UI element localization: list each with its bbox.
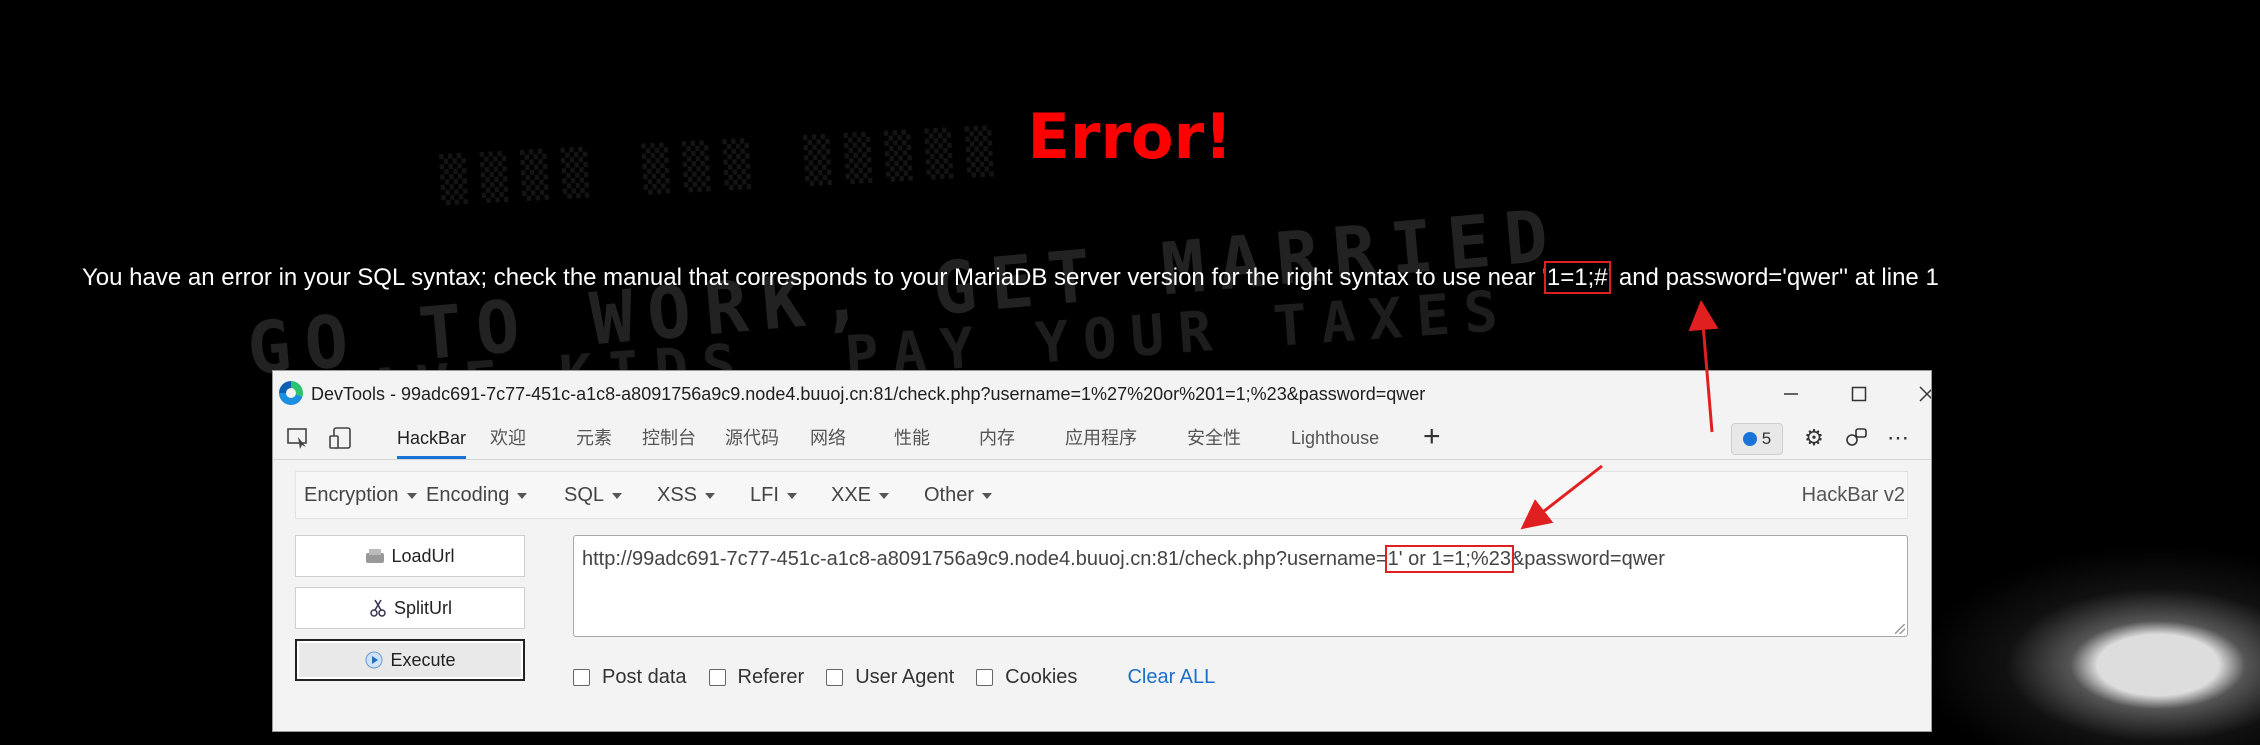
issues-icon [1742, 432, 1757, 446]
hackbar-options: Post data Referer User Agent Cookies Cle… [573, 663, 1215, 691]
error-highlight: 1=1;# [1543, 261, 1611, 294]
resize-handle-icon[interactable] [1895, 624, 1905, 634]
play-icon [364, 650, 384, 670]
post-data-checkbox[interactable] [573, 668, 590, 686]
devtools-window: DevTools - 99adc691-7c77-451c-a1c8-a8091… [272, 370, 1932, 732]
menu-encryption[interactable]: Encryption [304, 472, 417, 518]
user-agent-label: User Agent [855, 665, 955, 688]
background-image [1920, 545, 2260, 745]
cookies-option[interactable]: Cookies [976, 666, 1077, 689]
inspect-element-icon[interactable] [285, 425, 311, 451]
error-message: You have an error in your SQL syntax; ch… [82, 261, 1939, 294]
referer-label: Referer [737, 665, 805, 688]
tab-network[interactable]: 网络 [810, 417, 846, 459]
referer-option[interactable]: Referer [708, 665, 805, 689]
minimize-button[interactable] [1757, 371, 1825, 417]
menu-label: Other [924, 484, 975, 506]
chevron-down-icon [879, 492, 890, 499]
menu-xss[interactable]: XSS [657, 472, 716, 518]
clear-all-link[interactable]: Clear ALL [1127, 666, 1215, 689]
chevron-down-icon [612, 492, 623, 499]
chevron-down-icon [786, 492, 797, 499]
menu-label: Encoding [426, 484, 510, 506]
url-suffix: &password=qwer [1510, 548, 1665, 570]
url-prefix: http://99adc691-7c77-451c-a1c8-a8091756a… [582, 548, 1388, 570]
window-title: DevTools - 99adc691-7c77-451c-a1c8-a8091… [311, 384, 1426, 404]
tab-sources[interactable]: 源代码 [725, 417, 779, 459]
tab-application[interactable]: 应用程序 [1065, 417, 1137, 459]
device-emulation-icon[interactable] [327, 425, 353, 451]
error-message-suffix: ' and password='qwer'' at line 1 [1607, 264, 1939, 291]
hackbar-brand: HackBar v2 [1801, 484, 1905, 506]
issues-count: 5 [1761, 429, 1772, 448]
referer-checkbox[interactable] [708, 668, 726, 686]
cookies-checkbox[interactable] [976, 668, 994, 686]
close-icon [1919, 386, 1931, 402]
chevron-down-icon [705, 492, 716, 499]
spliturl-label: SplitUrl [393, 597, 452, 618]
menu-label: Encryption [304, 484, 399, 506]
menu-lfi[interactable]: LFI [750, 472, 797, 518]
load-url-icon [365, 546, 385, 566]
close-button[interactable] [1893, 371, 1931, 417]
customize-icon[interactable] [1843, 425, 1869, 451]
url-payload-highlight: 1' or 1=1;%23 [1384, 545, 1514, 573]
menu-label: LFI [750, 484, 779, 506]
user-agent-checkbox[interactable] [826, 668, 844, 686]
error-title: Error! [1027, 100, 1233, 173]
execute-label: Execute [390, 649, 456, 670]
minimize-icon [1784, 393, 1798, 395]
menu-label: XXE [831, 484, 872, 506]
menu-encoding[interactable]: Encoding [426, 472, 528, 518]
scissors-icon [368, 598, 388, 618]
tab-elements[interactable]: 元素 [576, 417, 612, 459]
tab-performance[interactable]: 性能 [894, 417, 930, 459]
issues-badge[interactable]: 5 [1731, 423, 1783, 455]
hackbar-menu: Encryption Encoding SQL XSS LFI XXE Othe… [295, 471, 1908, 519]
edge-icon [279, 381, 303, 405]
menu-xxe[interactable]: XXE [831, 472, 890, 518]
maximize-button[interactable] [1825, 371, 1893, 417]
title-bar: DevTools - 99adc691-7c77-451c-a1c8-a8091… [273, 371, 1931, 417]
cookies-label: Cookies [1005, 665, 1078, 688]
menu-sql[interactable]: SQL [564, 472, 623, 518]
settings-gear-icon[interactable]: ⚙ [1801, 425, 1827, 451]
devtools-tab-bar: HackBar 欢迎 元素 控制台 源代码 网络 性能 内存 应用程序 安全性 … [273, 417, 1931, 460]
url-textarea[interactable]: http://99adc691-7c77-451c-a1c8-a8091756a… [573, 535, 1908, 637]
post-data-option[interactable]: Post data [573, 666, 687, 689]
post-data-label: Post data [602, 665, 687, 688]
tab-memory[interactable]: 内存 [979, 417, 1015, 459]
loadurl-button[interactable]: LoadUrl [295, 535, 525, 577]
user-agent-option[interactable]: User Agent [826, 666, 954, 689]
add-tab-icon[interactable]: + [1423, 417, 1441, 459]
tab-lighthouse[interactable]: Lighthouse [1291, 417, 1379, 459]
chevron-down-icon [517, 492, 528, 499]
tab-hackbar[interactable]: HackBar [397, 417, 467, 459]
loadurl-label: LoadUrl [391, 545, 455, 566]
chevron-down-icon [406, 492, 417, 499]
more-options-icon[interactable]: ⋯ [1885, 425, 1911, 451]
tab-security[interactable]: 安全性 [1187, 417, 1241, 459]
spliturl-button[interactable]: SplitUrl [295, 587, 525, 629]
menu-label: XSS [657, 484, 698, 506]
maximize-icon [1851, 386, 1867, 402]
tab-console[interactable]: 控制台 [642, 417, 696, 459]
error-message-prefix: You have an error in your SQL syntax; ch… [82, 264, 1547, 291]
execute-button[interactable]: Execute [295, 639, 525, 681]
tab-welcome[interactable]: 欢迎 [490, 417, 526, 459]
chevron-down-icon [982, 492, 993, 499]
menu-other[interactable]: Other [924, 472, 993, 518]
menu-label: SQL [564, 484, 605, 506]
